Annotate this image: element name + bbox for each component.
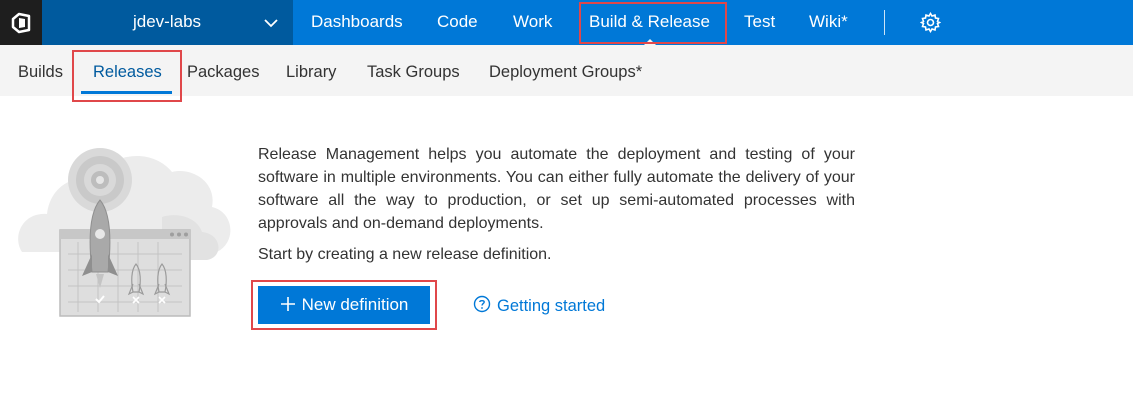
- subnav-packages[interactable]: Packages: [187, 63, 259, 82]
- nav-test[interactable]: Test: [744, 12, 775, 32]
- nav-code[interactable]: Code: [437, 12, 478, 32]
- gear-icon[interactable]: [919, 11, 942, 38]
- getting-started-link[interactable]: Getting started: [473, 295, 605, 318]
- nav-build-release[interactable]: Build & Release: [589, 12, 710, 32]
- project-selector[interactable]: jdev-labs: [42, 0, 293, 45]
- nav-wiki[interactable]: Wiki*: [809, 12, 848, 32]
- active-subnav-underline: [81, 91, 172, 94]
- subnav-releases[interactable]: Releases: [93, 63, 162, 82]
- subnav-builds[interactable]: Builds: [18, 63, 63, 82]
- sub-navigation-bar: Builds Releases Packages Library Task Gr…: [0, 45, 1133, 96]
- release-management-description: Release Management helps you automate th…: [258, 146, 855, 232]
- vsts-logo-icon[interactable]: [0, 0, 42, 45]
- new-definition-label: New definition: [301, 295, 409, 314]
- nav-work[interactable]: Work: [513, 12, 552, 32]
- release-rocket-illustration: [12, 142, 234, 325]
- new-definition-button[interactable]: New definition: [258, 286, 430, 324]
- nav-divider: [884, 10, 885, 35]
- top-navigation-bar: jdev-labs Dashboards Code Work Build & R…: [0, 0, 1133, 45]
- project-name: jdev-labs: [133, 12, 202, 31]
- nav-dashboards[interactable]: Dashboards: [311, 12, 403, 32]
- chevron-down-icon: [264, 15, 278, 33]
- subnav-library[interactable]: Library: [286, 63, 336, 82]
- subnav-deployment-groups[interactable]: Deployment Groups*: [489, 63, 642, 82]
- getting-started-label: Getting started: [497, 297, 606, 315]
- help-circle-icon: [473, 295, 491, 318]
- start-instruction: Start by creating a new release definiti…: [258, 246, 552, 263]
- subnav-task-groups[interactable]: Task Groups: [367, 63, 460, 82]
- plus-icon: [280, 294, 296, 316]
